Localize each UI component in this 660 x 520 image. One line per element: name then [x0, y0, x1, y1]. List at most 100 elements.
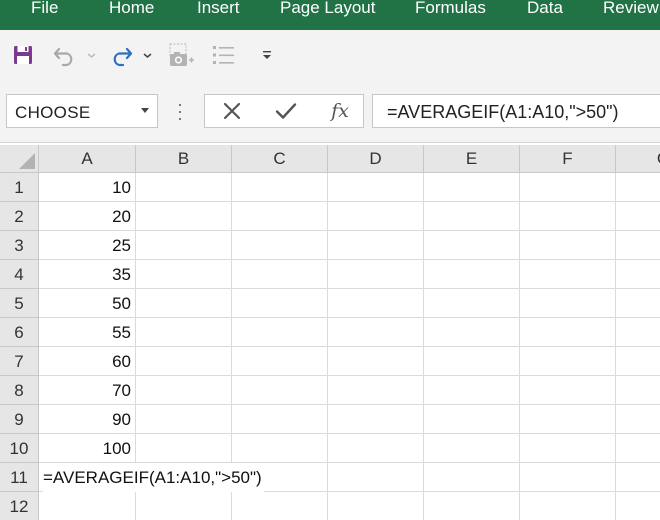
cell-e10[interactable]	[424, 434, 520, 463]
row-header-8[interactable]: 8	[0, 376, 39, 405]
cell-d7[interactable]	[328, 347, 424, 376]
row-header-12[interactable]: 12	[0, 492, 39, 520]
cell-c6[interactable]	[232, 318, 328, 347]
cell-b2[interactable]	[136, 202, 232, 231]
cell-e12[interactable]	[424, 492, 520, 520]
cell-f11[interactable]	[520, 463, 616, 492]
cell-c5[interactable]	[232, 289, 328, 318]
tab-data[interactable]: Data	[527, 0, 563, 18]
tab-file[interactable]: File	[31, 0, 58, 18]
enter-button[interactable]	[266, 94, 306, 128]
name-box[interactable]: CHOOSE	[6, 94, 158, 128]
cell-f3[interactable]	[520, 231, 616, 260]
cell-g4[interactable]	[616, 260, 660, 289]
tab-page-layout[interactable]: Page Layout	[280, 0, 375, 18]
drag-handle-icon[interactable]	[178, 102, 182, 122]
save-button[interactable]	[10, 40, 36, 70]
cell-f4[interactable]	[520, 260, 616, 289]
cell-a12[interactable]	[39, 492, 136, 520]
cell-b12[interactable]	[136, 492, 232, 520]
row-header-1[interactable]: 1	[0, 173, 39, 202]
cell-d8[interactable]	[328, 376, 424, 405]
cell-c10[interactable]	[232, 434, 328, 463]
row-header-2[interactable]: 2	[0, 202, 39, 231]
cell-f9[interactable]	[520, 405, 616, 434]
cell-g3[interactable]	[616, 231, 660, 260]
cell-a5[interactable]: 50	[39, 289, 136, 318]
cell-e4[interactable]	[424, 260, 520, 289]
cell-b8[interactable]	[136, 376, 232, 405]
cell-e5[interactable]	[424, 289, 520, 318]
cell-e7[interactable]	[424, 347, 520, 376]
cell-d10[interactable]	[328, 434, 424, 463]
cell-d11[interactable]	[328, 463, 424, 492]
cell-b9[interactable]	[136, 405, 232, 434]
cell-a6[interactable]: 55	[39, 318, 136, 347]
chevron-down-icon[interactable]	[141, 108, 149, 113]
row-header-6[interactable]: 6	[0, 318, 39, 347]
column-header-c[interactable]: C	[232, 145, 328, 173]
cell-f12[interactable]	[520, 492, 616, 520]
cell-a2[interactable]: 20	[39, 202, 136, 231]
cell-f10[interactable]	[520, 434, 616, 463]
camera-button[interactable]	[166, 40, 196, 70]
cell-f1[interactable]	[520, 173, 616, 202]
column-header-e[interactable]: E	[424, 145, 520, 173]
cell-a8[interactable]: 70	[39, 376, 136, 405]
cell-e6[interactable]	[424, 318, 520, 347]
cell-a9[interactable]: 90	[39, 405, 136, 434]
cell-c3[interactable]	[232, 231, 328, 260]
cell-c4[interactable]	[232, 260, 328, 289]
cell-c9[interactable]	[232, 405, 328, 434]
cell-c7[interactable]	[232, 347, 328, 376]
cell-d9[interactable]	[328, 405, 424, 434]
column-header-a[interactable]: A	[39, 145, 136, 173]
tab-formulas[interactable]: Formulas	[415, 0, 486, 18]
cell-c8[interactable]	[232, 376, 328, 405]
cell-g12[interactable]	[616, 492, 660, 520]
column-header-f[interactable]: F	[520, 145, 616, 173]
cell-b10[interactable]	[136, 434, 232, 463]
cell-g9[interactable]	[616, 405, 660, 434]
cancel-button[interactable]	[212, 94, 252, 128]
cell-a3[interactable]: 25	[39, 231, 136, 260]
column-header-d[interactable]: D	[328, 145, 424, 173]
tab-insert[interactable]: Insert	[197, 0, 240, 18]
row-header-9[interactable]: 9	[0, 405, 39, 434]
select-all-button[interactable]	[0, 145, 39, 173]
tab-review[interactable]: Review	[603, 0, 659, 18]
cell-g7[interactable]	[616, 347, 660, 376]
undo-button[interactable]	[52, 40, 100, 70]
cell-g10[interactable]	[616, 434, 660, 463]
cell-f6[interactable]	[520, 318, 616, 347]
cell-g2[interactable]	[616, 202, 660, 231]
cell-d5[interactable]	[328, 289, 424, 318]
cell-g1[interactable]	[616, 173, 660, 202]
cell-d2[interactable]	[328, 202, 424, 231]
cell-b7[interactable]	[136, 347, 232, 376]
formula-input[interactable]: =AVERAGEIF(A1:A10,">50")	[372, 94, 660, 128]
cell-b3[interactable]	[136, 231, 232, 260]
customize-toolbar-button[interactable]	[258, 40, 276, 70]
cell-g5[interactable]	[616, 289, 660, 318]
cell-c1[interactable]	[232, 173, 328, 202]
list-button[interactable]	[210, 40, 238, 70]
cell-a1[interactable]: 10	[39, 173, 136, 202]
cell-b5[interactable]	[136, 289, 232, 318]
cell-c12[interactable]	[232, 492, 328, 520]
row-header-5[interactable]: 5	[0, 289, 39, 318]
cell-a4[interactable]: 35	[39, 260, 136, 289]
cell-f7[interactable]	[520, 347, 616, 376]
cell-g8[interactable]	[616, 376, 660, 405]
cell-e9[interactable]	[424, 405, 520, 434]
cell-e8[interactable]	[424, 376, 520, 405]
cell-e1[interactable]	[424, 173, 520, 202]
cell-a7[interactable]: 60	[39, 347, 136, 376]
cell-e11[interactable]	[424, 463, 520, 492]
column-header-g[interactable]: G	[616, 145, 660, 173]
cell-f8[interactable]	[520, 376, 616, 405]
cell-d4[interactable]	[328, 260, 424, 289]
cell-a10[interactable]: 100	[39, 434, 136, 463]
cell-g11[interactable]	[616, 463, 660, 492]
cell-g6[interactable]	[616, 318, 660, 347]
